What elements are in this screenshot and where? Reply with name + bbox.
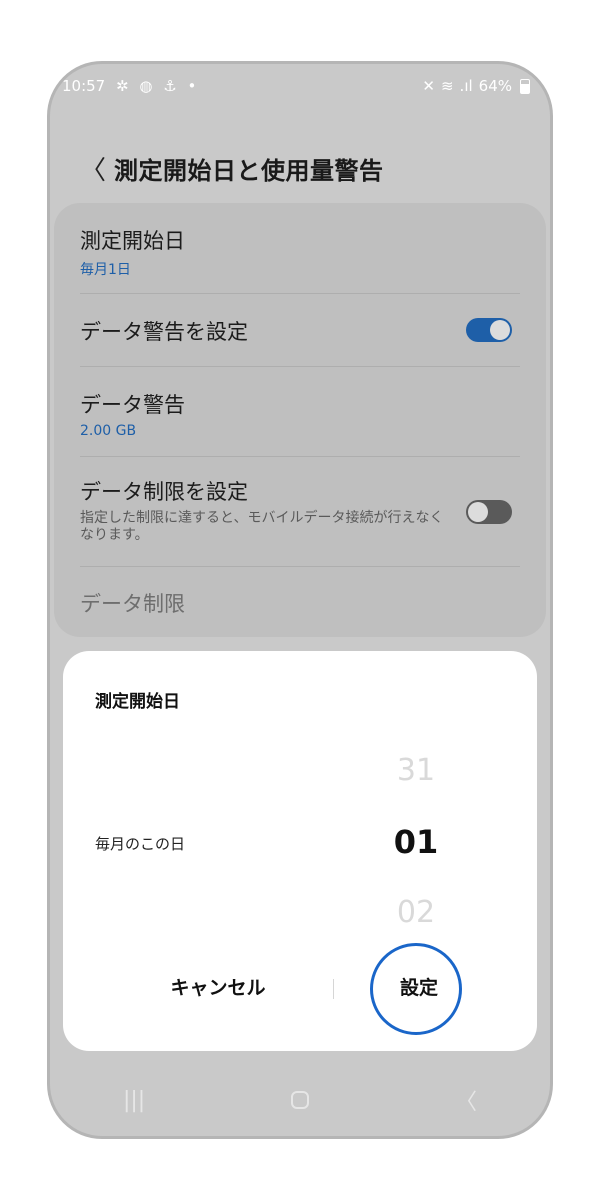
start-date-label: 測定開始日 (80, 229, 185, 253)
phone-screen: 10:57 ✲ ◍ ⚓ • ✕ ≋ .ıl 64% 〈 測定開始日と使用量警告 … (50, 64, 550, 1136)
picker-prev-value[interactable]: 31 (381, 753, 451, 788)
home-icon[interactable] (291, 1091, 310, 1109)
start-date-value: 毎月1日 (80, 262, 131, 278)
navigation-bar: ||| 〈 (50, 1064, 550, 1136)
time-text: 10:57 (62, 77, 106, 95)
data-warning-label: データ警告 (80, 393, 185, 417)
data-warning-toggle-label: データ警告を設定 (80, 320, 248, 344)
dialog-day-label: 毎月のこの日 (95, 835, 186, 853)
data-limit-row: データ制限 (80, 588, 520, 618)
data-warning-switch[interactable] (466, 318, 512, 342)
picker-next-value[interactable]: 02 (381, 895, 451, 930)
anchor-icon: ⚓ (163, 77, 177, 95)
data-limit-label: データ制限 (80, 592, 185, 616)
status-bar: 10:57 ✲ ◍ ⚓ • ✕ ≋ .ıl 64% (50, 64, 550, 108)
mute-icon: ✕ (422, 77, 435, 95)
back-chevron-icon[interactable]: 〈 (80, 150, 114, 187)
button-divider (333, 979, 334, 999)
asterisk-icon: ✲ (116, 77, 129, 95)
start-date-dialog: 測定開始日 毎月のこの日 31 01 02 キャンセル 設定 (63, 651, 537, 1051)
dialog-title: 測定開始日 (95, 692, 180, 712)
set-button[interactable]: 設定 (373, 973, 465, 1000)
divider (80, 456, 520, 457)
switch-knob (490, 320, 510, 340)
battery-icon (520, 78, 530, 94)
header: 〈 測定開始日と使用量警告 (80, 148, 384, 188)
divider (80, 566, 520, 567)
recents-icon[interactable]: ||| (123, 1088, 145, 1113)
nav-back-icon[interactable]: 〈 (455, 1084, 477, 1116)
page-title: 測定開始日と使用量警告 (114, 156, 384, 185)
settings-card: 測定開始日 毎月1日 データ警告を設定 データ警告 2.00 GB データ制限を… (54, 203, 546, 637)
status-right: ✕ ≋ .ıl 64% (422, 77, 536, 95)
dot-icon: • (187, 77, 197, 95)
app-notification-icon: ◍ (139, 77, 153, 95)
data-limit-description: 指定した制限に達すると、モバイルデータ接続が行えなくなります。 (80, 510, 444, 543)
data-limit-toggle-row[interactable]: データ制限を設定 指定した制限に達すると、モバイルデータ接続が行えなくなります。 (80, 476, 520, 544)
data-warning-toggle-row[interactable]: データ警告を設定 (80, 316, 520, 346)
data-warning-row[interactable]: データ警告 2.00 GB (80, 389, 520, 439)
battery-text: 64% (478, 77, 512, 95)
cancel-button[interactable]: キャンセル (138, 973, 298, 1000)
signal-icon: .ıl (459, 77, 473, 95)
divider (80, 366, 520, 367)
picker-selected-value[interactable]: 01 (381, 823, 451, 861)
status-left: 10:57 ✲ ◍ ⚓ • (62, 77, 202, 95)
data-limit-switch[interactable] (466, 500, 512, 524)
data-warning-value: 2.00 GB (80, 423, 137, 439)
divider (80, 293, 520, 294)
data-limit-toggle-label: データ制限を設定 (80, 480, 248, 504)
wifi-icon: ≋ (440, 77, 454, 95)
start-date-row[interactable]: 測定開始日 毎月1日 (80, 225, 520, 279)
switch-knob (468, 502, 488, 522)
